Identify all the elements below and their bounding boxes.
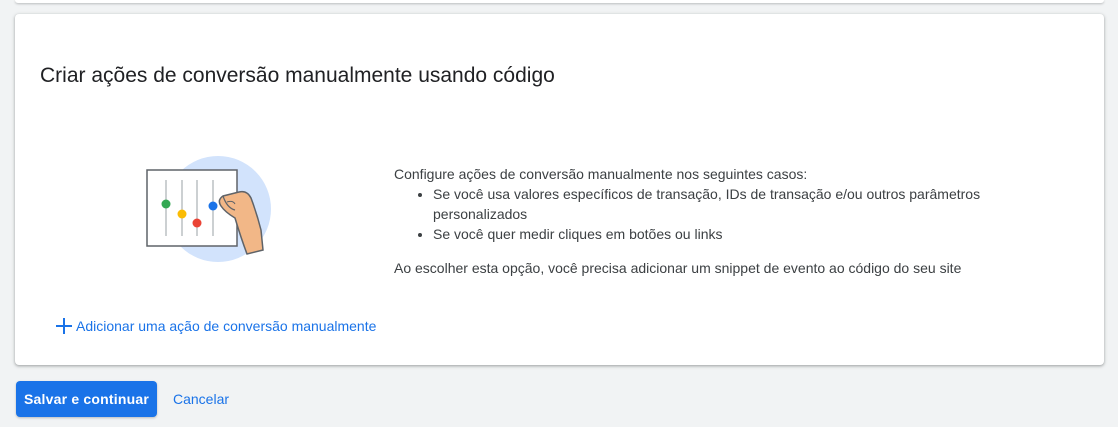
- action-bar: Salvar e continuar Cancelar: [16, 381, 237, 417]
- add-manual-conversion-link[interactable]: Adicionar uma ação de conversão manualme…: [55, 317, 376, 335]
- previous-card-edge: [15, 0, 1104, 3]
- sliders-illustration-svg: [146, 156, 271, 262]
- description: Configure ações de conversão manualmente…: [394, 164, 1044, 278]
- manual-conversion-card: Criar ações de conversão manualmente usa…: [15, 14, 1104, 365]
- bullet-item: Se você quer medir cliques em botões ou …: [433, 224, 1044, 244]
- save-and-continue-button[interactable]: Salvar e continuar: [16, 381, 157, 417]
- add-link-label: Adicionar uma ação de conversão manualme…: [76, 318, 377, 334]
- description-bullets: Se você usa valores específicos de trans…: [394, 184, 1044, 244]
- bullet-item: Se você usa valores específicos de trans…: [433, 184, 1044, 224]
- description-intro: Configure ações de conversão manualmente…: [394, 166, 808, 182]
- cancel-button[interactable]: Cancelar: [165, 381, 237, 417]
- plus-icon: [55, 317, 73, 335]
- sliders-hand-illustration: [143, 154, 293, 266]
- card-title: Criar ações de conversão manualmente usa…: [40, 64, 555, 87]
- description-note: Ao escolher esta opção, você precisa adi…: [394, 260, 962, 276]
